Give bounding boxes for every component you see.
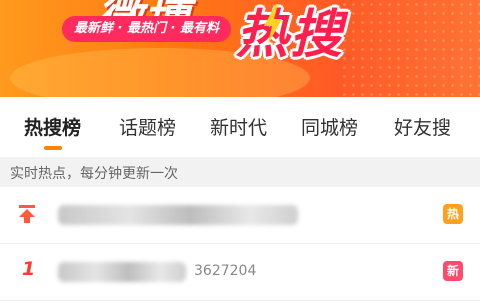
list-item-title-blurred [58,262,186,282]
banner-dot-pattern [340,0,480,97]
tab-local[interactable]: 同城榜 [301,113,358,140]
tab-topics[interactable]: 话题榜 [119,113,176,140]
rank-number: 1 [22,258,36,280]
lightning-icon [264,4,282,44]
tab-hot-search[interactable]: 热搜榜 [24,113,81,140]
tab-friends-search[interactable]: 好友搜 [394,113,451,140]
list-item[interactable]: 1 3627204 新 [0,244,480,301]
banner-slogan: 最新鲜 · 最热门 · 最有料 [62,16,231,42]
heat-count: 3627204 [194,263,257,279]
hot-badge: 热 [443,204,463,224]
realtime-info-text: 实时热点，每分钟更新一次 [10,166,178,182]
list-item[interactable]: 热 [0,187,480,244]
list-item-title-blurred [58,205,298,225]
pin-top-icon [19,205,35,223]
new-badge: 新 [443,261,463,281]
active-tab-indicator [44,146,62,150]
hot-search-banner: 微博 热搜 最新鲜 · 最热门 · 最有料 [0,0,480,97]
realtime-info-bar: 实时热点，每分钟更新一次 [0,157,480,187]
banner-title-hot-search: 热搜 [236,5,345,65]
tab-new-era[interactable]: 新时代 [210,113,267,140]
tab-bar: 热搜榜 话题榜 新时代 同城榜 好友搜 [0,97,480,158]
